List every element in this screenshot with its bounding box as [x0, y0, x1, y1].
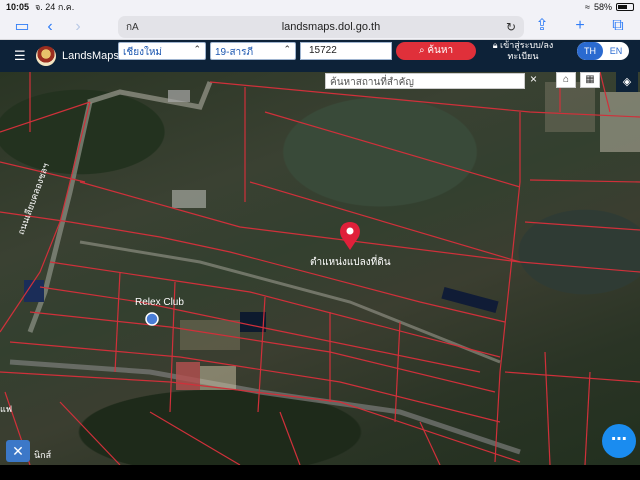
- parcel-number-input[interactable]: 15722: [300, 42, 392, 60]
- plus-icon[interactable]: +: [566, 16, 594, 36]
- province-value: เชียงใหม่: [123, 47, 163, 58]
- url-domain[interactable]: landsmaps.dol.go.th: [156, 21, 506, 33]
- search-button-label: ค้นหา: [427, 45, 454, 56]
- address-bar[interactable]: กA landsmaps.dol.go.th ↻: [118, 16, 524, 38]
- search-button[interactable]: ⌕ ค้นหา: [396, 42, 476, 60]
- brand-name: LandsMaps: [62, 50, 119, 62]
- lang-en[interactable]: EN: [603, 42, 629, 60]
- marker-label: ตำแหน่งแปลงที่ดิน: [310, 257, 391, 268]
- bottom-bar: [0, 465, 640, 480]
- tabs-icon[interactable]: ⧉: [604, 16, 632, 36]
- browser-toolbar: ▭ ‹ › กA landsmaps.dol.go.th ↻ ⇪ + ⧉: [0, 14, 640, 40]
- map-label: แฟ: [0, 404, 13, 414]
- district-value: 19-สารภี: [215, 47, 254, 58]
- poi-label[interactable]: Relex Club: [135, 297, 184, 308]
- close-icon[interactable]: ×: [530, 72, 537, 86]
- chevron-right-icon[interactable]: ›: [64, 17, 92, 37]
- search-icon: ⌕: [418, 45, 425, 56]
- share-icon[interactable]: ⇪: [528, 16, 556, 36]
- province-select[interactable]: เชียงใหม่ ⌃: [118, 42, 206, 60]
- battery-icon: [616, 3, 634, 11]
- location-pin-icon[interactable]: [340, 222, 360, 250]
- language-toggle[interactable]: TH EN: [577, 42, 629, 60]
- reader-aa-button[interactable]: กA: [126, 20, 156, 35]
- sidebar-icon[interactable]: ▭: [8, 17, 36, 37]
- chevron-left-icon[interactable]: ‹: [36, 17, 64, 37]
- place-search-input[interactable]: ค้นหาสถานที่สำคัญ: [325, 73, 525, 89]
- district-select[interactable]: 19-สารภี ⌃: [210, 42, 296, 60]
- layers-icon[interactable]: ◈: [616, 72, 638, 92]
- status-time: 10:05: [6, 2, 30, 12]
- login-link[interactable]: 🔒︎ เข้าสู่ระบบ/ลง ทะเบียน: [488, 40, 558, 62]
- department-logo: [36, 46, 56, 66]
- login-line-2: ทะเบียน: [507, 51, 539, 61]
- wifi-icon: ≈: [585, 2, 590, 12]
- app-header: ☰ LandsMaps เชียงใหม่ ⌃ 19-สารภี ⌃ 15722…: [0, 40, 640, 72]
- chevron-down-icon: ⌃: [193, 44, 201, 54]
- grid-icon[interactable]: ▦: [580, 72, 600, 88]
- lock-icon: 🔒︎: [492, 40, 498, 50]
- lang-th[interactable]: TH: [577, 42, 603, 60]
- map-label: นิกส์: [34, 450, 52, 460]
- home-icon[interactable]: ⌂: [556, 72, 576, 88]
- chevron-down-icon: ⌃: [283, 44, 291, 54]
- satellite-map[interactable]: ค้นหาสถานที่สำคัญ × ⌂ ▦ ◈ ตำแหน่งแปลงที่…: [0, 72, 640, 465]
- status-bar: 10:05 จ. 24 ก.ค. ≈ 58%: [0, 0, 640, 14]
- measure-tool-icon[interactable]: ✕: [6, 440, 30, 462]
- reload-icon[interactable]: ↻: [506, 20, 516, 34]
- menu-icon[interactable]: ☰: [14, 48, 28, 64]
- more-options-button[interactable]: ⋯: [602, 424, 636, 458]
- login-line-1: เข้าสู่ระบบ/ลง: [500, 40, 554, 50]
- battery-percent: 58%: [593, 2, 612, 12]
- poi-pin-icon[interactable]: [145, 312, 159, 326]
- status-date: จ. 24 ก.ค.: [35, 2, 75, 12]
